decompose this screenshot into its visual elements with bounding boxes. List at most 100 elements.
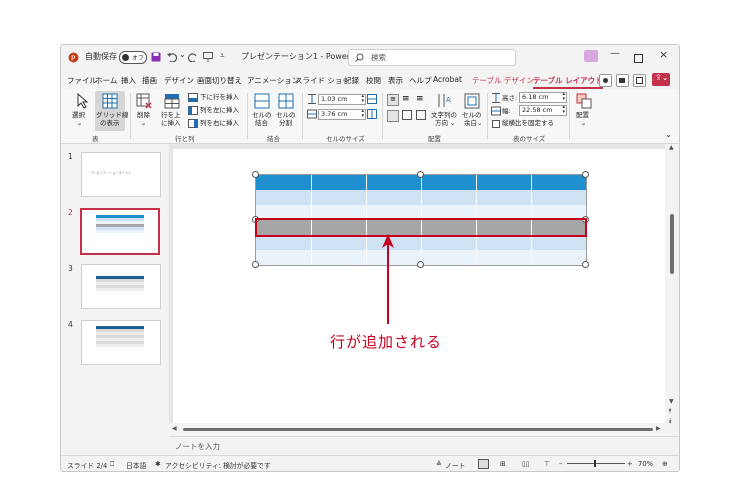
table-width-input[interactable]: 22.58 cm ▴ ▾ (519, 105, 567, 116)
normal-view-icon[interactable] (478, 459, 489, 469)
distribute-rows-icon[interactable] (367, 94, 377, 104)
insert-right-button[interactable]: 列を右に挿入 (187, 118, 243, 129)
row-height-input[interactable]: 1.03 cm ▴ ▾ (318, 94, 366, 105)
slideshow-icon[interactable]: ⊤ (544, 460, 550, 468)
arrange-button[interactable]: 配置 ⌄ (573, 91, 595, 131)
align-top-icon[interactable] (387, 110, 399, 122)
collapse-ribbon-icon[interactable]: ⌄ (665, 131, 672, 139)
tab-review[interactable]: 校閲 (366, 75, 381, 86)
tab-animations[interactable]: アニメーション (247, 75, 299, 86)
distribute-cols-icon[interactable] (367, 109, 377, 119)
minimize-icon[interactable]: — (610, 48, 620, 59)
merge-label-2: 結合 (255, 119, 268, 127)
redo-icon[interactable] (188, 52, 198, 62)
table-height-input[interactable]: 6.18 cm ▴ ▾ (519, 92, 567, 103)
tab-table-layout[interactable]: テーブル レイアウト (533, 75, 603, 89)
horizontal-scrollbar[interactable]: ◀ ▶ (169, 423, 665, 435)
tab-acrobat[interactable]: Acrobat (433, 75, 462, 84)
account-avatar[interactable] (584, 50, 598, 62)
scroll-left-icon[interactable]: ◀ (172, 425, 177, 432)
vertical-scrollbar[interactable]: ▲ ▼ ⯭ ⯯ (665, 144, 679, 436)
zoom-in-icon[interactable]: + (627, 460, 633, 468)
slide-number: 1 (68, 152, 73, 161)
autosave-toggle[interactable]: オフ (119, 51, 147, 64)
tab-transitions[interactable]: 画面切り替え (197, 75, 242, 86)
resize-handle[interactable] (417, 261, 424, 268)
slide-thumbnail-1[interactable]: プレゼンテーションタイトル (81, 152, 161, 197)
insert-left-button[interactable]: 列を左に挿入 (187, 105, 243, 116)
merge-cells-button[interactable]: セルの 結合 (251, 91, 273, 131)
text-direction-button[interactable]: A 文字列の 方向 ⌄ (430, 91, 458, 131)
tab-home[interactable]: ホーム (95, 75, 117, 86)
undo-dropdown-icon[interactable]: ⌄ (179, 50, 186, 59)
col-width-input[interactable]: 3.76 cm ▴ ▾ (318, 109, 366, 120)
tab-slideshow[interactable]: スライド ショー (295, 75, 350, 86)
align-middle-icon[interactable] (402, 110, 412, 120)
resize-handle[interactable] (252, 171, 259, 178)
close-icon[interactable]: × (659, 48, 668, 61)
align-right-icon[interactable]: ≡ (416, 94, 424, 104)
split-cells-button[interactable]: セルの 分割 (275, 91, 297, 131)
scroll-thumb[interactable] (670, 214, 674, 274)
comments-button[interactable] (633, 74, 646, 87)
slide-sorter-icon[interactable]: ⊞ (500, 460, 506, 468)
presentation-start-icon[interactable] (203, 52, 213, 62)
align-bottom-icon[interactable] (416, 110, 426, 120)
notes-pane[interactable]: ノートを入力 (169, 436, 679, 454)
slide-thumbnail-2[interactable] (80, 208, 160, 255)
align-center-icon[interactable]: ≡ (402, 94, 410, 104)
cell-margins-button[interactable]: セルの 余白 ⌄ (460, 91, 484, 131)
autosave-state: オフ (132, 55, 145, 62)
table-width-icon (491, 106, 501, 116)
record-icon (603, 78, 608, 83)
search-box[interactable]: 検索 (348, 49, 516, 66)
thumbnail-title-text: プレゼンテーションタイトル (90, 171, 132, 175)
align-left-icon[interactable]: ≡ (387, 94, 399, 106)
prev-slide-icon[interactable]: ⯭ (668, 407, 672, 416)
resize-handle[interactable] (252, 261, 259, 268)
lock-ratio-checkbox[interactable] (492, 120, 500, 128)
gridlines-button[interactable]: グリッド線 の表示 (95, 91, 129, 131)
resize-handle[interactable] (417, 171, 424, 178)
next-slide-icon[interactable]: ⯯ (668, 417, 672, 426)
resize-handle[interactable] (582, 261, 589, 268)
col-width-value: 3.76 cm (321, 110, 348, 118)
tab-record[interactable]: 記録 (344, 75, 359, 86)
tab-view[interactable]: 表示 (388, 75, 403, 86)
tab-insert[interactable]: 挿入 (121, 75, 136, 86)
resize-handle[interactable] (582, 171, 589, 178)
fit-to-window-icon[interactable]: ⊕ (662, 460, 668, 468)
insert-above-label-2: に挿入 (161, 119, 181, 127)
notes-toggle[interactable]: ノート (445, 460, 465, 470)
language-indicator[interactable]: 日本語 (126, 460, 146, 470)
slide-thumbnail-4[interactable] (81, 320, 161, 365)
tab-file[interactable]: ファイル (67, 75, 97, 86)
zoom-level[interactable]: 70% (638, 460, 653, 468)
record-button[interactable] (599, 74, 612, 87)
scroll-up-icon[interactable]: ▲ (669, 144, 674, 151)
customize-qat-icon[interactable]: ⩡ (220, 51, 225, 61)
zoom-slider-thumb[interactable] (594, 460, 596, 467)
zoom-slider[interactable] (567, 460, 625, 467)
scroll-down-icon[interactable]: ▼ (669, 398, 674, 405)
tab-draw[interactable]: 描画 (142, 75, 157, 86)
share-button[interactable]: ⇪⌄ (652, 73, 670, 86)
maximize-icon[interactable] (634, 54, 643, 63)
tab-design[interactable]: デザイン (164, 75, 194, 86)
delete-button[interactable]: 削除 ⌄ (133, 91, 155, 131)
hscroll-thumb[interactable] (183, 428, 653, 431)
tab-help[interactable]: ヘルプ (409, 75, 432, 86)
zoom-out-icon[interactable]: – (559, 460, 562, 468)
slide-thumbnail-3[interactable] (81, 264, 161, 309)
save-icon[interactable] (151, 52, 161, 62)
insert-above-button[interactable]: 行を上 に挿入 (159, 91, 185, 131)
present-button[interactable] (616, 74, 629, 87)
scroll-right-icon[interactable]: ▶ (656, 425, 661, 432)
insert-below-button[interactable]: 下に行を挿入 (187, 92, 243, 103)
accessibility-icon: ✱ (155, 460, 161, 468)
reading-view-icon[interactable]: ▯▯ (522, 460, 529, 468)
tab-table-design[interactable]: テーブル デザイン (472, 75, 534, 86)
spellcheck-icon[interactable]: ⎕ (110, 460, 114, 469)
undo-icon[interactable] (167, 52, 178, 62)
accessibility-status[interactable]: アクセシビリティ: 検討が必要です (165, 460, 271, 470)
